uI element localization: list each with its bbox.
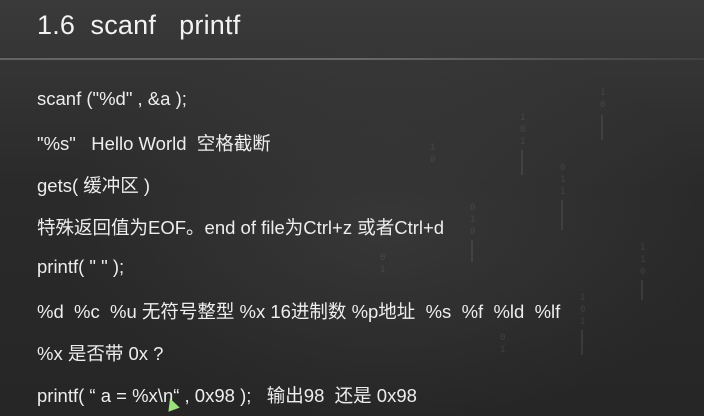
presentation-slide: 1 0 1 0 1 1 1 0 0 1 0 1 1 0 1 0 0 1 1 0 1 0 1 1.6 scan… xyxy=(0,0,704,416)
svg-text:1: 1 xyxy=(430,143,435,153)
svg-text:1: 1 xyxy=(500,345,505,355)
slide-line-printf-hex: printf( “ a = %x\n“ , 0x98 ); 输出98 还是 0x… xyxy=(37,385,417,406)
svg-text:0: 0 xyxy=(500,333,505,343)
svg-text:0: 0 xyxy=(380,253,385,263)
svg-text:1: 1 xyxy=(470,215,475,225)
slide-line-gets: gets( 缓冲区 ) xyxy=(37,175,151,196)
svg-text:1: 1 xyxy=(640,255,645,265)
svg-text:1: 1 xyxy=(560,187,565,197)
svg-text:1: 1 xyxy=(580,317,585,327)
svg-text:0: 0 xyxy=(520,125,525,135)
slide-line-format-specs: %d %c %u 无符号整型 %x 16进制数 %p地址 %s %f %ld %… xyxy=(37,301,561,322)
svg-text:1: 1 xyxy=(600,88,605,98)
svg-text:0: 0 xyxy=(430,155,435,165)
title-underline xyxy=(0,58,704,60)
svg-text:0: 0 xyxy=(470,227,475,237)
svg-text:1: 1 xyxy=(560,175,565,185)
slide-line-scanf: scanf ("%d" , &a ); xyxy=(37,88,187,109)
svg-text:1: 1 xyxy=(640,243,645,253)
slide-line-printf: printf( " " ); xyxy=(37,256,125,277)
svg-text:0: 0 xyxy=(600,100,605,110)
slide-line-percent-s: "%s" Hello World 空格截断 xyxy=(37,133,271,154)
svg-text:0: 0 xyxy=(640,267,645,277)
svg-text:1: 1 xyxy=(520,137,525,147)
slide-line-0x-question: %x 是否带 0x ? xyxy=(37,343,164,364)
slide-line-eof: 特殊返回值为EOF。end of file为Ctrl+z 或者Ctrl+d xyxy=(37,217,445,238)
svg-text:0: 0 xyxy=(560,163,565,173)
slide-title: 1.6 scanf printf xyxy=(37,10,241,40)
svg-text:0: 0 xyxy=(580,305,585,315)
svg-text:0: 0 xyxy=(470,203,475,213)
svg-text:1: 1 xyxy=(520,113,525,123)
svg-text:1: 1 xyxy=(380,265,385,275)
svg-text:1: 1 xyxy=(580,293,585,303)
